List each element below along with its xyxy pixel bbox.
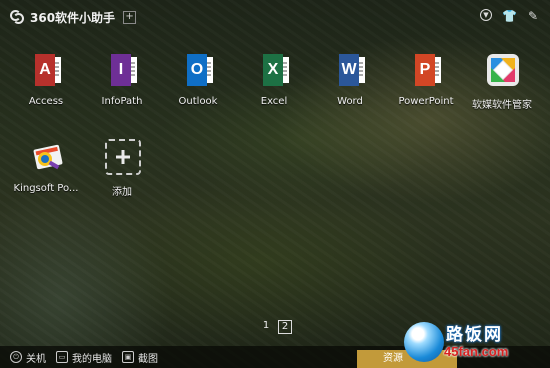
screenshot-button[interactable]: ▣ 截图: [122, 350, 158, 365]
app-label: Access: [28, 96, 64, 107]
powerpoint-icon: P: [409, 52, 443, 88]
app-tile-access[interactable]: A Access: [8, 52, 84, 107]
app-tile-outlook[interactable]: O Outlook: [160, 52, 236, 107]
app-label: Outlook: [178, 96, 218, 107]
screenshot-icon: ▣: [122, 351, 134, 363]
power-icon: ⏻: [10, 351, 22, 363]
app-tile-kingsoft[interactable]: Kingsoft Po...: [8, 139, 84, 194]
app-grid: A Access I InfoPath O Outlook X Excel W …: [0, 0, 550, 330]
watermark-url: 45fan.com: [444, 344, 509, 359]
page-1-button[interactable]: 1: [260, 320, 272, 332]
app-label: 软媒软件管家: [472, 100, 532, 111]
my-computer-button[interactable]: ▭ 我的电脑: [56, 350, 112, 365]
kingsoft-icon: [29, 139, 63, 175]
pagination: 1 2: [260, 320, 292, 334]
app-label: InfoPath: [101, 96, 143, 107]
computer-icon: ▭: [56, 351, 68, 363]
app-tile-software-manager[interactable]: 软媒软件管家: [464, 52, 540, 111]
watermark: 路饭网 45fan.com: [404, 320, 544, 364]
excel-icon: X: [257, 52, 291, 88]
add-icon: [105, 139, 141, 175]
word-icon: W: [333, 52, 367, 88]
app-label: Word: [337, 96, 363, 107]
screenshot-label: 截图: [138, 353, 158, 365]
watermark-title: 路饭网: [446, 325, 503, 345]
page-2-button[interactable]: 2: [278, 320, 292, 334]
app-tile-add[interactable]: 添加: [84, 139, 160, 198]
app-label: Excel: [260, 96, 288, 107]
app-tile-infopath[interactable]: I InfoPath: [84, 52, 160, 107]
app-label: Kingsoft Po...: [13, 183, 79, 194]
shutdown-label: 关机: [26, 353, 46, 365]
my-computer-label: 我的电脑: [72, 353, 112, 365]
app-tile-powerpoint[interactable]: P PowerPoint: [388, 52, 464, 107]
app-label: PowerPoint: [398, 96, 454, 107]
assistant-window: 360软件小助手 + ▼ 👕 ✎ A Access I InfoPath O O…: [0, 0, 550, 368]
app-tile-word[interactable]: W Word: [312, 52, 388, 107]
shutdown-button[interactable]: ⏻ 关机: [10, 350, 46, 365]
software-manager-icon: [485, 52, 519, 88]
outlook-icon: O: [181, 52, 215, 88]
access-icon: A: [29, 52, 63, 88]
app-tile-excel[interactable]: X Excel: [236, 52, 312, 107]
watermark-logo-icon: [404, 322, 444, 362]
app-label: 添加: [112, 187, 132, 198]
infopath-icon: I: [105, 52, 139, 88]
